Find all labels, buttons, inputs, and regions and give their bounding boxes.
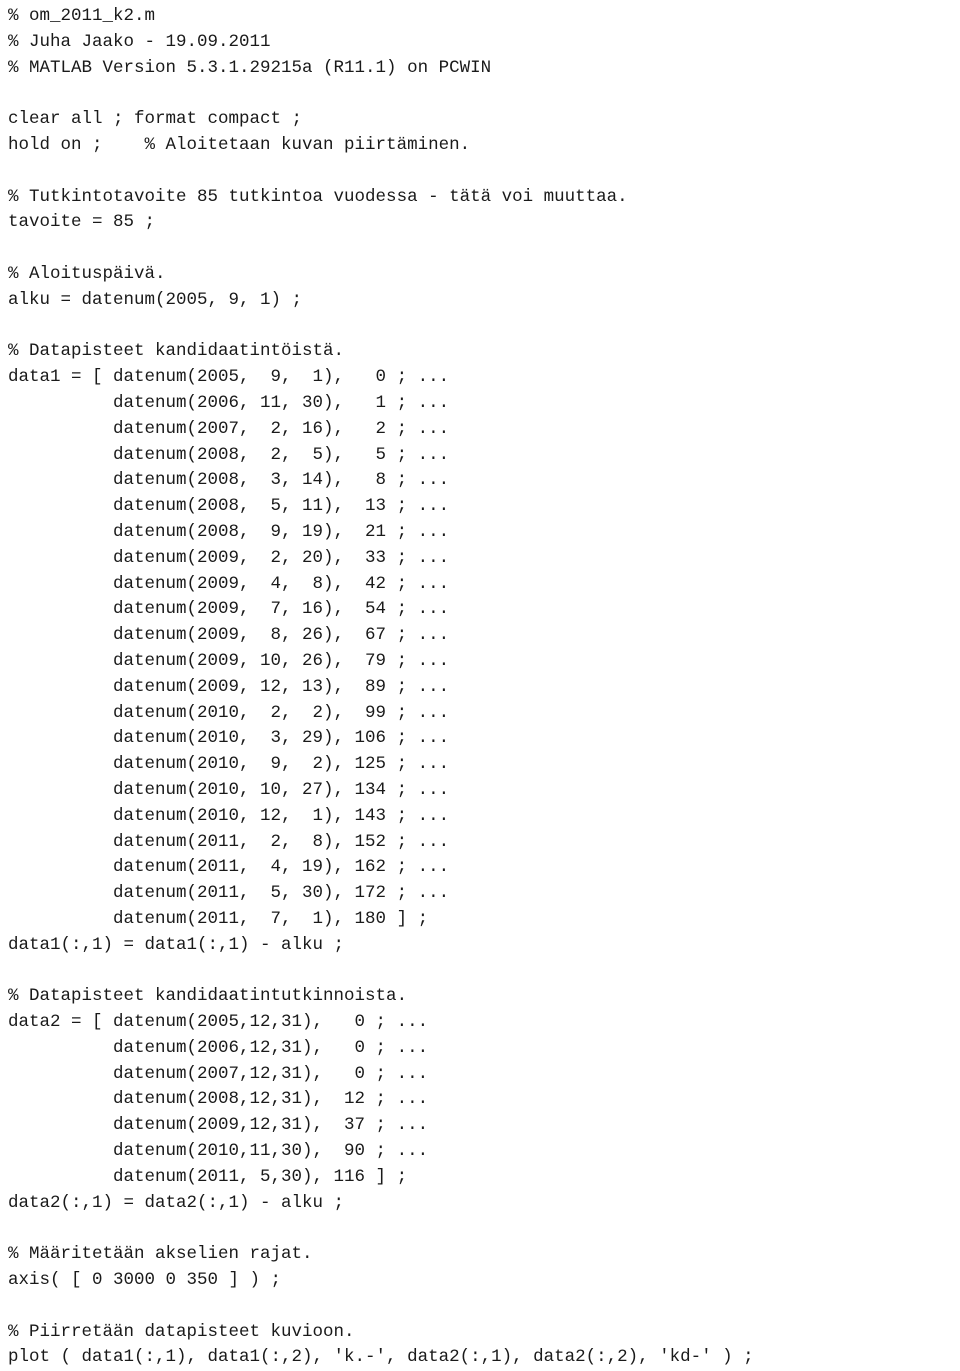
code-line: axis( [ 0 3000 0 350 ] ) ; <box>8 1270 282 1291</box>
code-line: % om_2011_k2.m <box>8 6 156 26</box>
code-line: hold on ; % Aloitetaan kuvan piirtäminen… <box>8 134 471 155</box>
code-line: % Määritetään akselien rajat. <box>8 1244 313 1265</box>
code-line: data2 = [ datenum(2005,12,31), 0 ; ... <box>8 1012 429 1033</box>
code-line: datenum(2010, 9, 2), 125 ; ... <box>8 754 450 775</box>
code-line: datenum(2009, 7, 16), 54 ; ... <box>8 599 450 620</box>
code-line: datenum(2011, 5,30), 116 ] ; <box>8 1166 408 1187</box>
code-line: datenum(2007, 2, 16), 2 ; ... <box>8 418 450 439</box>
code-line: datenum(2010, 3, 29), 106 ; ... <box>8 728 450 749</box>
code-line: % Datapisteet kandidaatintöistä. <box>8 341 345 362</box>
code-line: datenum(2008,12,31), 12 ; ... <box>8 1089 429 1110</box>
code-line: datenum(2011, 2, 8), 152 ; ... <box>8 831 450 852</box>
code-line: alku = datenum(2005, 9, 1) ; <box>8 289 303 310</box>
code-line: datenum(2010, 12, 1), 143 ; ... <box>8 805 450 826</box>
code-line: % Datapisteet kandidaatintutkinnoista. <box>8 986 408 1007</box>
code-line: data1(:,1) = data1(:,1) - alku ; <box>8 934 345 955</box>
code-listing: % om_2011_k2.m % Juha Jaako - 19.09.2011%… <box>0 0 960 1371</box>
code-line: datenum(2009, 10, 26), 79 ; ... <box>8 650 450 671</box>
code-line: datenum(2007,12,31), 0 ; ... <box>8 1063 429 1084</box>
code-line: datenum(2011, 5, 30), 172 ; ... <box>8 883 450 904</box>
code-line: data1 = [ datenum(2005, 9, 1), 0 ; ... <box>8 367 450 388</box>
code-line: datenum(2008, 5, 11), 13 ; ... <box>8 496 450 517</box>
code-line: clear all ; format compact ; <box>8 109 303 130</box>
code-line: % Aloituspäivä. <box>8 263 166 284</box>
code-line: datenum(2011, 7, 1), 180 ] ; <box>8 908 429 929</box>
code-line: datenum(2010,11,30), 90 ; ... <box>8 1141 429 1162</box>
code-line: datenum(2008, 3, 14), 8 ; ... <box>8 470 450 491</box>
code-line: datenum(2008, 9, 19), 21 ; ... <box>8 521 450 542</box>
code-line: % Juha Jaako - 19.09.2011 <box>8 31 271 52</box>
code-line: tavoite = 85 ; <box>8 212 156 233</box>
code-line: datenum(2009, 12, 13), 89 ; ... <box>8 676 450 697</box>
code-line: data2(:,1) = data2(:,1) - alku ; <box>8 1192 345 1213</box>
code-line: % MATLAB Version 5.3.1.29215a (R11.1) on… <box>8 57 492 78</box>
code-line: % Piirretään datapisteet kuvioon. <box>8 1321 355 1342</box>
code-line: datenum(2008, 2, 5), 5 ; ... <box>8 444 450 465</box>
code-line: datenum(2011, 4, 19), 162 ; ... <box>8 857 450 878</box>
code-line: datenum(2010, 10, 27), 134 ; ... <box>8 779 450 800</box>
code-line: datenum(2009, 2, 20), 33 ; ... <box>8 547 450 568</box>
code-line: datenum(2009, 4, 8), 42 ; ... <box>8 573 450 594</box>
code-line: datenum(2010, 2, 2), 99 ; ... <box>8 702 450 723</box>
code-line: % Tutkintotavoite 85 tutkintoa vuodessa … <box>8 186 628 207</box>
code-line: datenum(2006, 11, 30), 1 ; ... <box>8 392 450 413</box>
code-line: datenum(2009, 8, 26), 67 ; ... <box>8 625 450 646</box>
code-line: datenum(2006,12,31), 0 ; ... <box>8 1037 429 1058</box>
code-line: datenum(2009,12,31), 37 ; ... <box>8 1115 429 1136</box>
code-line: plot ( data1(:,1), data1(:,2), 'k.-', da… <box>8 1347 754 1368</box>
